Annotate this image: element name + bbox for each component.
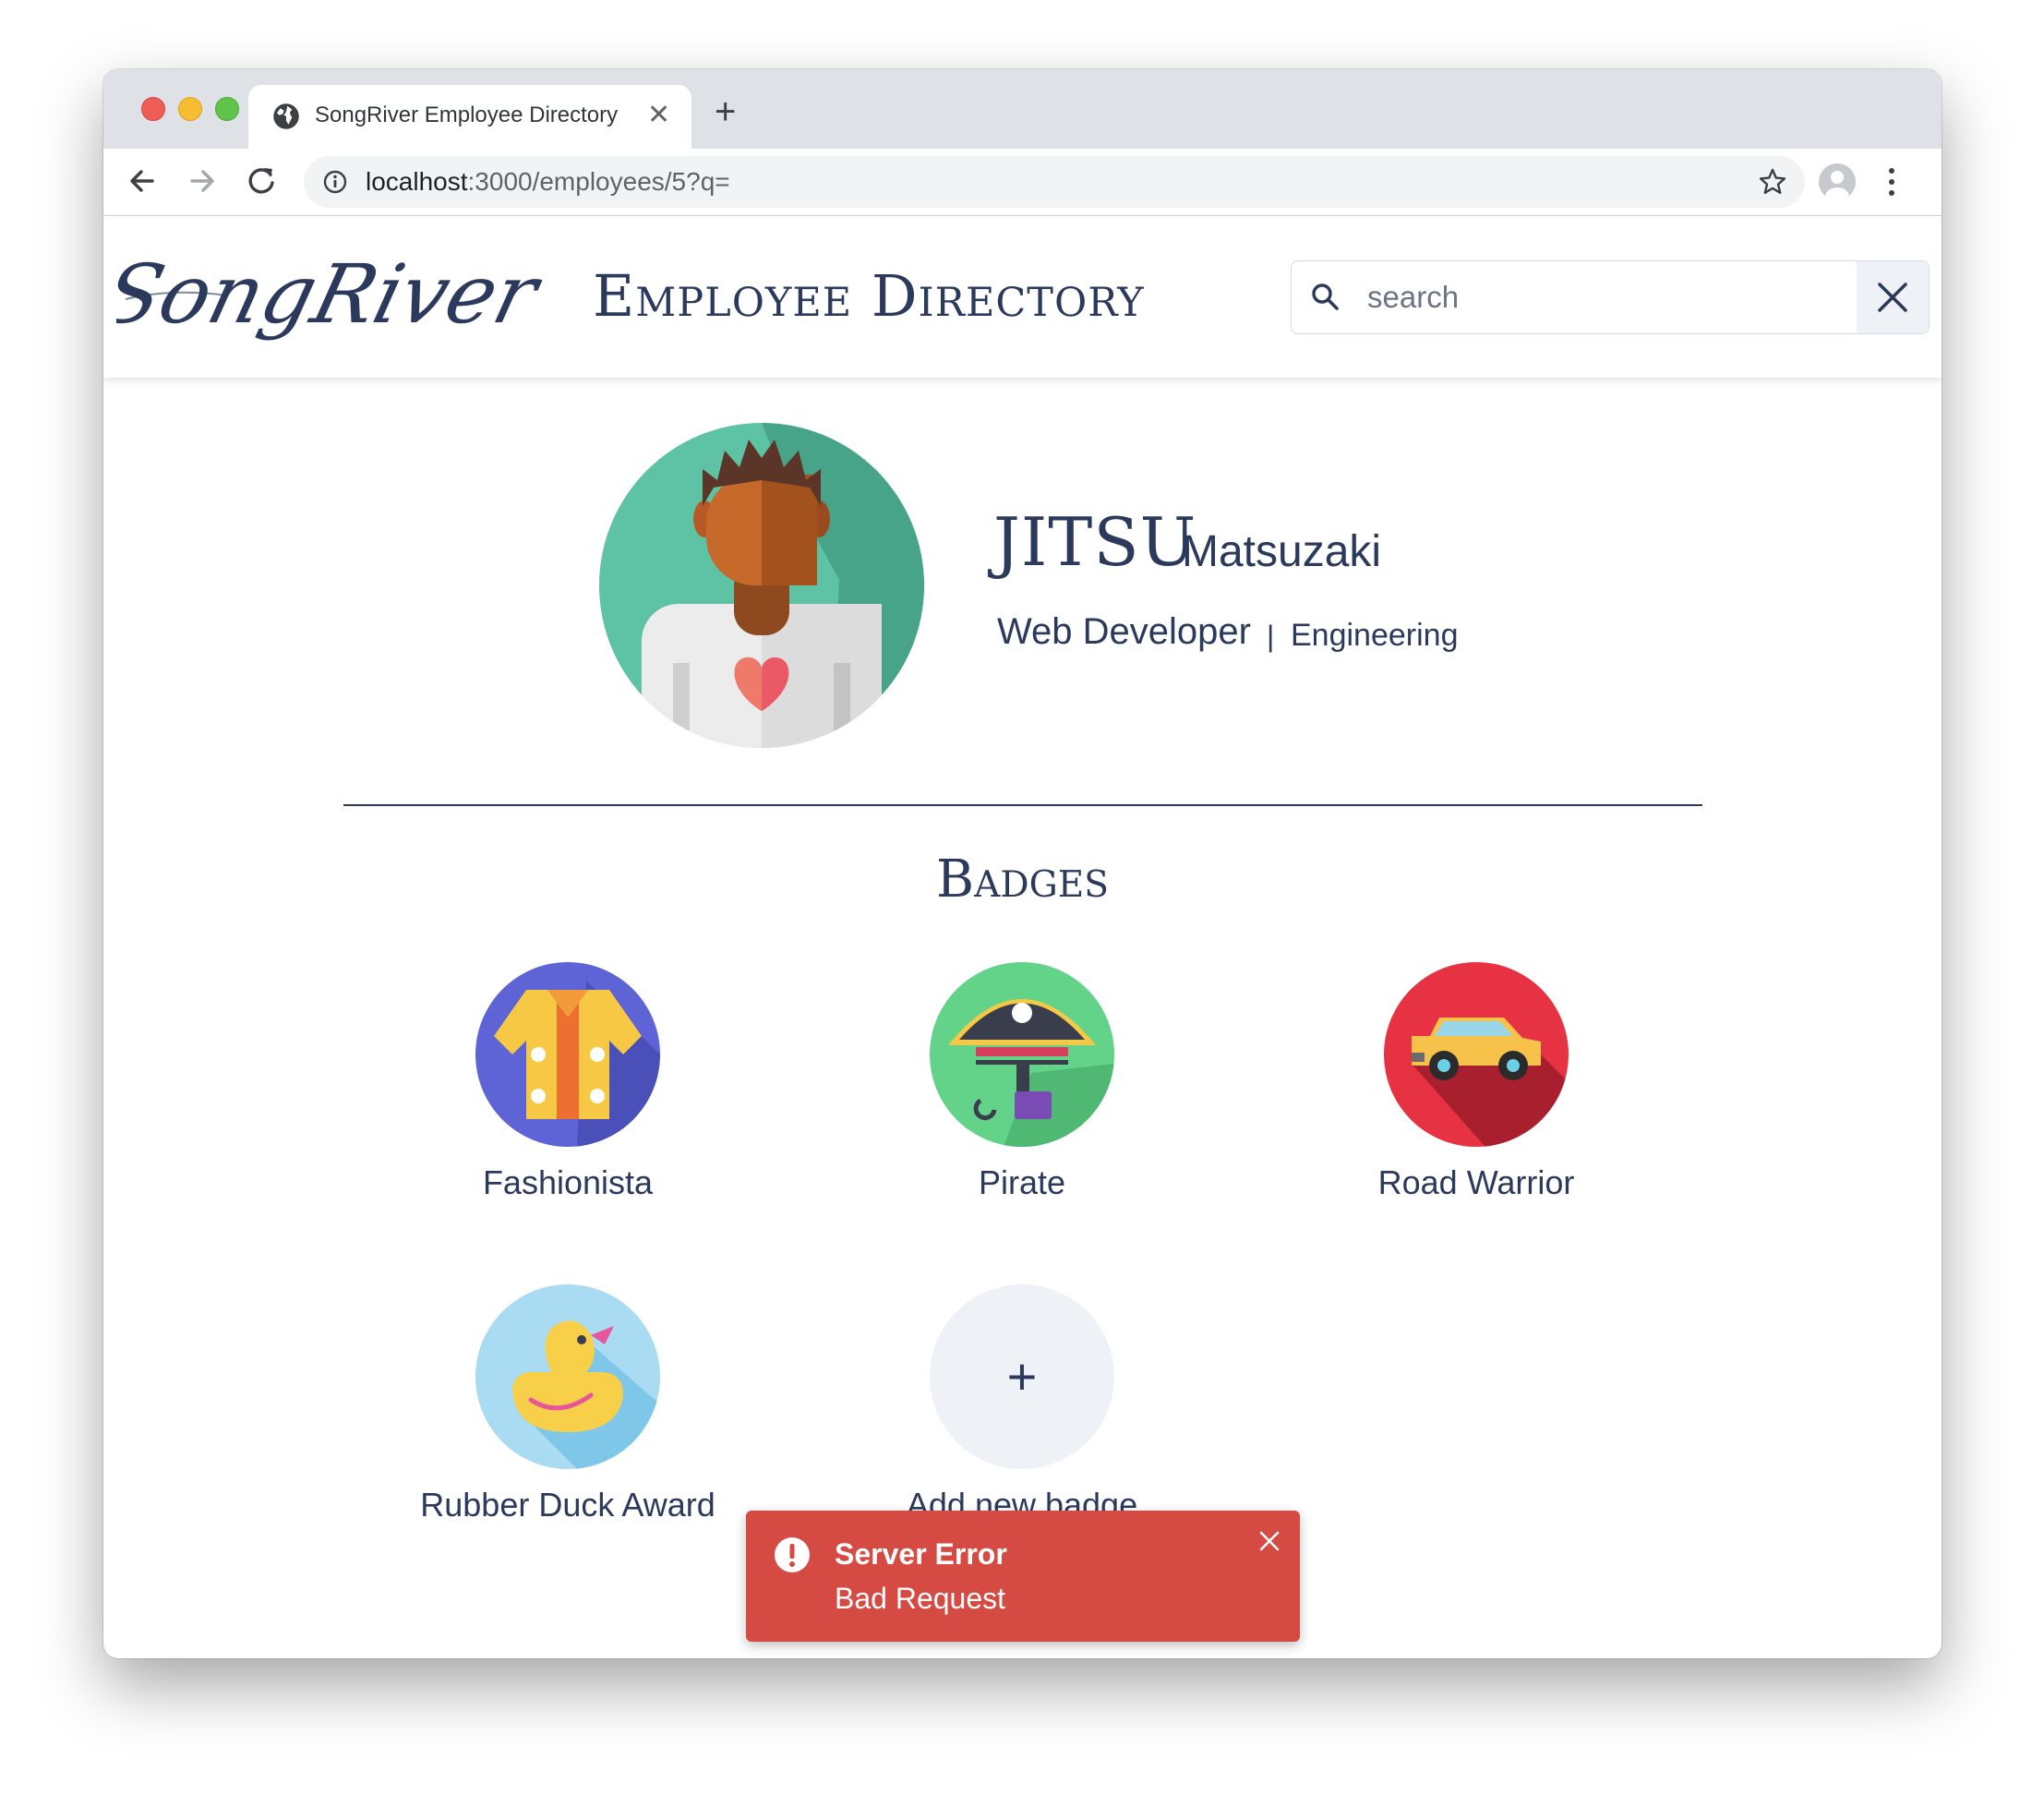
pirate-icon bbox=[930, 962, 1114, 1147]
browser-toolbar: localhost:3000/employees/5?q= bbox=[103, 149, 1942, 216]
employee-job-title: Web Developer bbox=[997, 611, 1251, 652]
badge-label: Fashionista bbox=[482, 1163, 654, 1201]
url-text[interactable]: localhost:3000/employees/5?q= bbox=[366, 167, 730, 197]
globe-icon bbox=[273, 103, 299, 129]
badges-heading: Badges bbox=[936, 849, 1109, 910]
error-toast: Server Error Bad Request bbox=[746, 1511, 1300, 1642]
badge-fashionista[interactable]: Fashionista bbox=[402, 962, 734, 1202]
badge-label: Rubber Duck Award bbox=[420, 1486, 715, 1524]
search-clear-button[interactable] bbox=[1857, 261, 1929, 333]
search-icon bbox=[1312, 283, 1339, 310]
toast-message: Bad Request bbox=[835, 1582, 1006, 1615]
browser-tab[interactable]: SongRiver Employee Directory ✕ bbox=[248, 85, 691, 149]
employee-first-name: JITSU bbox=[993, 503, 1197, 581]
tab-close-icon[interactable]: ✕ bbox=[647, 100, 670, 131]
forward-arrow-icon[interactable] bbox=[179, 158, 225, 204]
plus-icon: + bbox=[1006, 1347, 1038, 1405]
browser-window: SongRiver Employee Directory ✕ + localho… bbox=[103, 69, 1942, 1658]
back-arrow-icon[interactable] bbox=[119, 158, 165, 204]
window-minimize-button[interactable] bbox=[178, 97, 202, 121]
badge-pirate[interactable]: Pirate bbox=[856, 962, 1188, 1202]
toast-close-icon[interactable] bbox=[1256, 1527, 1283, 1555]
employee-last-name: Matsuzaki bbox=[1182, 527, 1382, 576]
toast-title: Server Error bbox=[835, 1537, 1007, 1571]
new-tab-button[interactable]: + bbox=[715, 93, 736, 130]
info-icon[interactable] bbox=[322, 169, 348, 195]
window-maximize-button[interactable] bbox=[215, 97, 239, 121]
url-host: localhost bbox=[366, 167, 468, 196]
url-path: :3000/employees/5?q= bbox=[467, 167, 730, 196]
songriver-logo[interactable]: SongRiver bbox=[116, 235, 550, 364]
badge-rubber-duck-award[interactable]: Rubber Duck Award bbox=[402, 1284, 734, 1524]
close-icon bbox=[1878, 283, 1907, 312]
employee-department: Engineering bbox=[1291, 618, 1459, 653]
svg-text:SongRiver: SongRiver bbox=[116, 247, 550, 342]
search-box[interactable]: search bbox=[1291, 260, 1930, 334]
address-bar[interactable]: localhost:3000/employees/5?q= bbox=[304, 156, 1805, 208]
bookmark-star-icon[interactable] bbox=[1758, 167, 1787, 197]
search-input[interactable]: search bbox=[1367, 280, 1459, 315]
section-divider bbox=[343, 804, 1702, 806]
tab-strip: SongRiver Employee Directory ✕ + bbox=[103, 69, 1942, 149]
app-title: Employee Directory bbox=[593, 262, 1145, 330]
badge-label: Road Warrior bbox=[1377, 1163, 1575, 1201]
hawaiian-shirt-icon bbox=[475, 962, 660, 1147]
rubber-duck-icon bbox=[475, 1284, 660, 1469]
title-separator: | bbox=[1267, 620, 1275, 653]
window-close-button[interactable] bbox=[141, 97, 165, 121]
reload-icon[interactable] bbox=[238, 158, 284, 204]
car-icon bbox=[1384, 962, 1569, 1147]
badge-road-warrior[interactable]: Road Warrior bbox=[1310, 962, 1642, 1202]
profile-avatar-icon[interactable] bbox=[1819, 163, 1856, 200]
app-header: SongRiver Employee Directory search bbox=[103, 216, 1942, 378]
employee-avatar bbox=[599, 423, 924, 748]
add-new-badge[interactable]: + Add new badge bbox=[856, 1284, 1188, 1524]
add-badge-button[interactable]: + bbox=[930, 1284, 1114, 1469]
badge-label: Pirate bbox=[978, 1163, 1066, 1201]
alert-icon bbox=[775, 1537, 810, 1572]
tab-title: SongRiver Employee Directory bbox=[315, 102, 619, 127]
menu-kebab-icon[interactable] bbox=[1887, 165, 1896, 199]
